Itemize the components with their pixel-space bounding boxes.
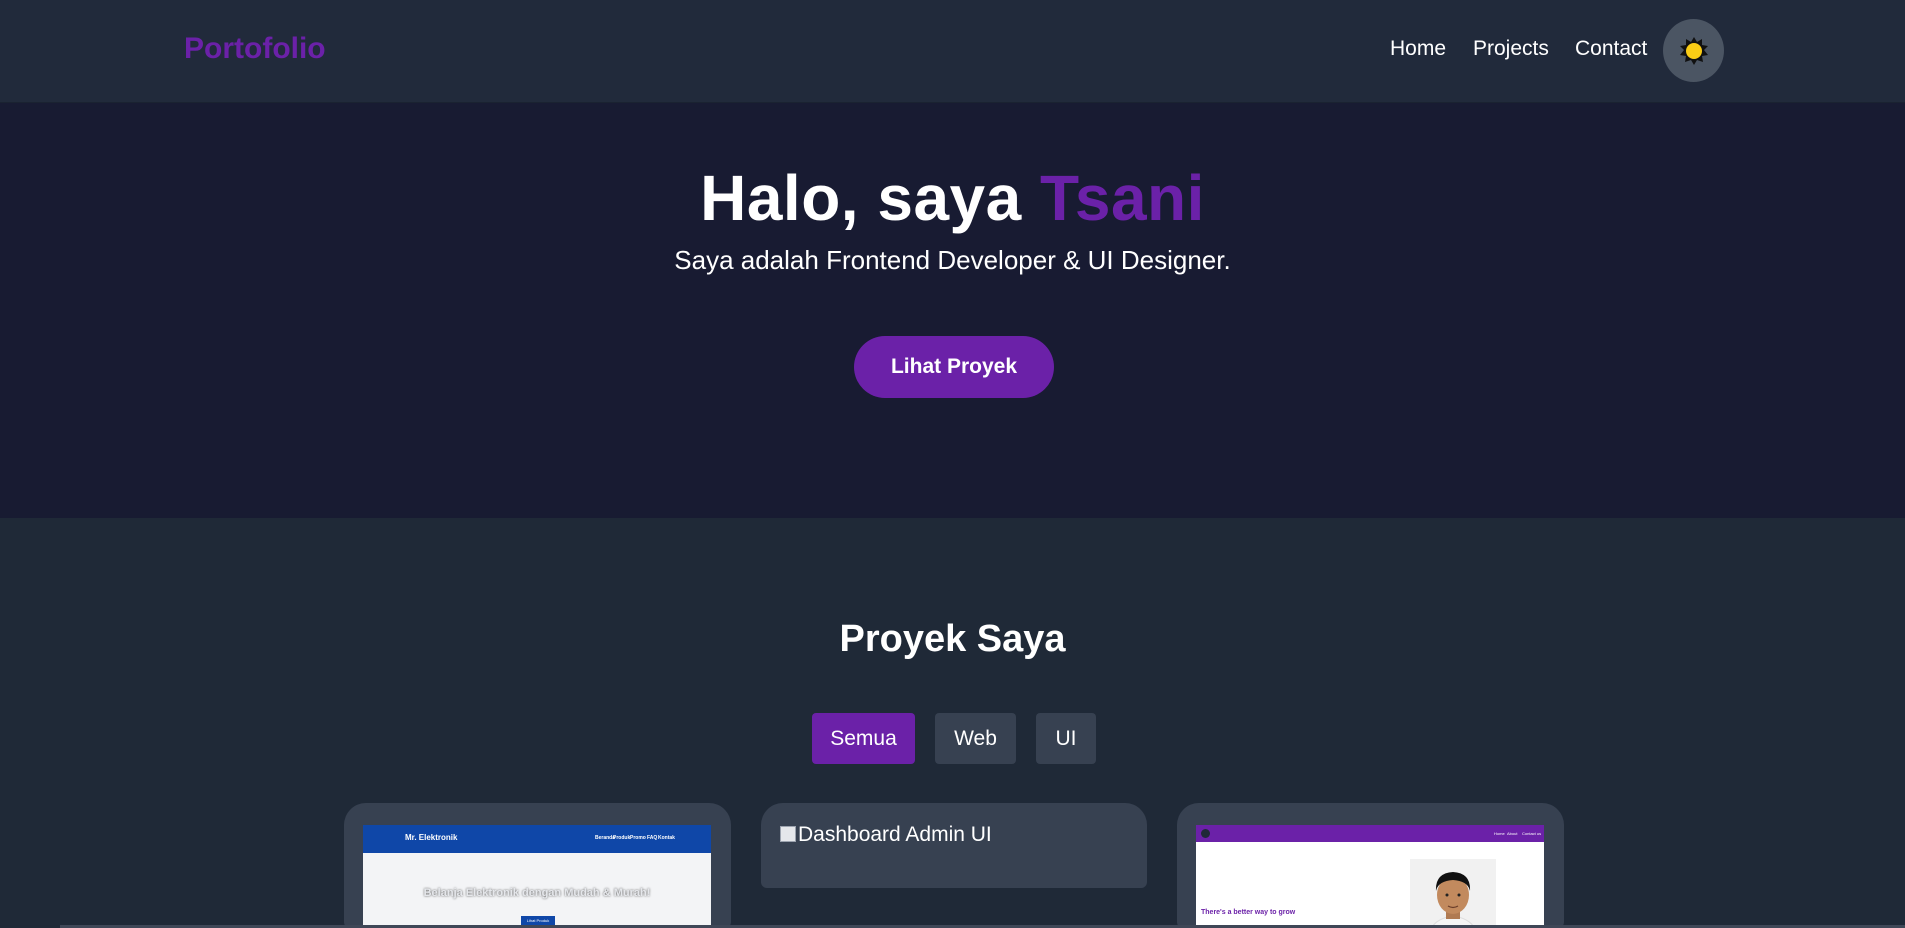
project-card[interactable]: Mr. Elektronik Beranda Produk Promo FAQ … (344, 803, 731, 928)
hero-title: Halo, saya Tsani (0, 161, 1905, 235)
thumb-navbar (1196, 825, 1544, 842)
thumb-nav-item: Beranda (595, 835, 616, 841)
project-thumbnail[interactable]: Home About Contact us There's a better w… (1196, 825, 1544, 928)
thumb-nav-item: Home (1494, 831, 1505, 836)
hero-title-prefix: Halo, saya (700, 162, 1040, 234)
image-alt-text: Dashboard Admin UI (798, 823, 992, 846)
hero-section: Halo, saya Tsani Saya adalah Frontend De… (0, 103, 1905, 518)
person-photo-icon (1430, 872, 1476, 928)
navbar: Portofolio Home Projects Contact (0, 0, 1905, 103)
sun-icon (1679, 36, 1708, 65)
thumb-headline: Belanja Elektronik dengan Mudah & Murah! (423, 887, 651, 899)
projects-title: Proyek Saya (839, 618, 1066, 660)
thumb-headline: There's a better way to grow (1201, 909, 1296, 916)
profile-photo (1410, 859, 1496, 928)
broken-image[interactable]: Dashboard Admin UI (780, 823, 992, 847)
hero-subtitle: Saya adalah Frontend Developer & UI Desi… (674, 245, 1231, 275)
thumb-nav-item: Kontak (658, 835, 675, 841)
filter-web-button[interactable]: Web (935, 713, 1016, 764)
thumb-button: Lihat Produk (521, 916, 555, 925)
broken-image-icon (780, 826, 796, 842)
thumb-logo-icon (1201, 829, 1210, 838)
filter-ui-button[interactable]: UI (1036, 713, 1096, 764)
view-projects-button[interactable]: Lihat Proyek (854, 336, 1054, 398)
project-thumbnail[interactable]: Mr. Elektronik Beranda Produk Promo FAQ … (363, 825, 711, 928)
thumb-nav-item: Contact us (1522, 831, 1542, 836)
nav-link-contact[interactable]: Contact (1575, 37, 1647, 61)
nav-link-home[interactable]: Home (1390, 37, 1446, 61)
project-card[interactable]: Home About Contact us There's a better w… (1177, 803, 1564, 928)
theme-toggle-button[interactable] (1663, 19, 1724, 82)
hero-title-name: Tsani (1040, 162, 1205, 234)
brand-logo[interactable]: Portofolio (184, 32, 326, 66)
filter-all-button[interactable]: Semua (812, 713, 915, 764)
nav-link-projects[interactable]: Projects (1473, 37, 1549, 61)
thumb-nav-item: Produk (613, 835, 631, 841)
thumb-nav-item: About (1507, 831, 1518, 836)
thumb-nav-item: Promo (630, 835, 646, 841)
thumb-nav-item: FAQ (647, 835, 658, 841)
thumb-brand: Mr. Elektronik (405, 833, 458, 842)
